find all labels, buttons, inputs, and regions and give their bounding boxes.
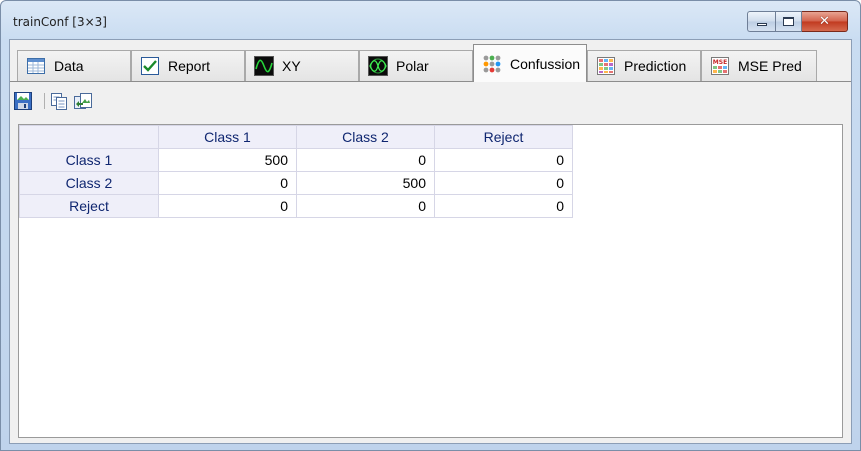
polar-plot-icon (368, 56, 388, 76)
minimize-button[interactable] (747, 11, 775, 32)
maximize-icon (783, 17, 794, 26)
column-header[interactable]: Class 1 (158, 125, 297, 149)
tab-label: Polar (396, 58, 429, 74)
table-icon (27, 58, 45, 74)
tab-report[interactable]: Report (131, 50, 245, 81)
window-title: trainConf [3×3] (13, 15, 107, 29)
confusion-matrix-grid: Class 1 Class 2 Reject Class 1 500 0 0 C… (19, 125, 573, 218)
grid-cell[interactable]: 0 (434, 171, 573, 195)
tab-label: Confussion (510, 55, 581, 72)
waveform-icon (254, 56, 274, 76)
tab-confussion[interactable]: Confussion (473, 44, 587, 82)
caption-buttons: ✕ (747, 11, 848, 33)
tab-mse-pred[interactable]: MSE MSE Pred (701, 50, 817, 81)
tab-label: Data (54, 58, 84, 74)
tab-strip: Data Report XY Polar Confussion Predicti… (10, 40, 851, 82)
grid-cell[interactable]: 0 (434, 148, 573, 172)
close-icon: ✕ (819, 14, 830, 29)
grid-cell[interactable]: 0 (296, 194, 435, 218)
grid-cell[interactable]: 0 (434, 194, 573, 218)
copy-icon (51, 93, 67, 110)
tab-prediction[interactable]: Prediction (587, 50, 701, 81)
column-header[interactable]: Reject (434, 125, 573, 149)
tab-polar[interactable]: Polar (359, 50, 473, 81)
maximize-button[interactable] (775, 11, 802, 32)
tab-xy[interactable]: XY (245, 50, 359, 81)
grid-cell[interactable]: 0 (158, 171, 297, 195)
row-header[interactable]: Class 1 (19, 148, 159, 172)
column-header[interactable]: Class 2 (296, 125, 435, 149)
grid-cell[interactable]: 500 (296, 171, 435, 195)
row-header[interactable]: Reject (19, 194, 159, 218)
tab-label: MSE Pred (738, 58, 802, 74)
grid-cell[interactable]: 500 (158, 148, 297, 172)
toolbar (10, 88, 851, 116)
tab-label: XY (282, 58, 301, 74)
export-icon (74, 93, 92, 109)
save-image-icon (14, 92, 32, 110)
grid-corner-cell[interactable] (19, 125, 159, 149)
copy-button[interactable] (48, 90, 70, 112)
close-button[interactable]: ✕ (802, 11, 848, 32)
grid-header-row: Class 1 Class 2 Reject (19, 125, 573, 149)
colored-grid-icon (597, 57, 615, 75)
confusion-matrix-panel: Class 1 Class 2 Reject Class 1 500 0 0 C… (18, 124, 843, 438)
tab-label: Report (168, 58, 211, 74)
grid-cell[interactable]: 0 (158, 194, 297, 218)
tab-data[interactable]: Data (17, 50, 131, 81)
title-bar[interactable]: trainConf [3×3] ✕ (1, 1, 860, 39)
minimize-icon (756, 23, 767, 26)
tab-label: Prediction (624, 58, 687, 74)
app-window: trainConf [3×3] ✕ Data Report XY Polar C… (0, 0, 861, 451)
table-row: Class 2 0 500 0 (19, 171, 573, 195)
grid-cell[interactable]: 0 (296, 148, 435, 172)
table-row: Reject 0 0 0 (19, 194, 573, 218)
tab-baseline (10, 81, 851, 82)
table-row: Class 1 500 0 0 (19, 148, 573, 172)
client-area: Data Report XY Polar Confussion Predicti… (9, 39, 852, 444)
colored-dots-icon (483, 55, 501, 72)
row-header[interactable]: Class 2 (19, 171, 159, 195)
mse-icon: MSE (711, 57, 729, 75)
toolbar-separator (44, 93, 45, 109)
checkmark-icon (141, 57, 159, 75)
export-button[interactable] (72, 90, 94, 112)
save-image-button[interactable] (12, 90, 34, 112)
mse-icon-text: MSE (713, 59, 727, 66)
